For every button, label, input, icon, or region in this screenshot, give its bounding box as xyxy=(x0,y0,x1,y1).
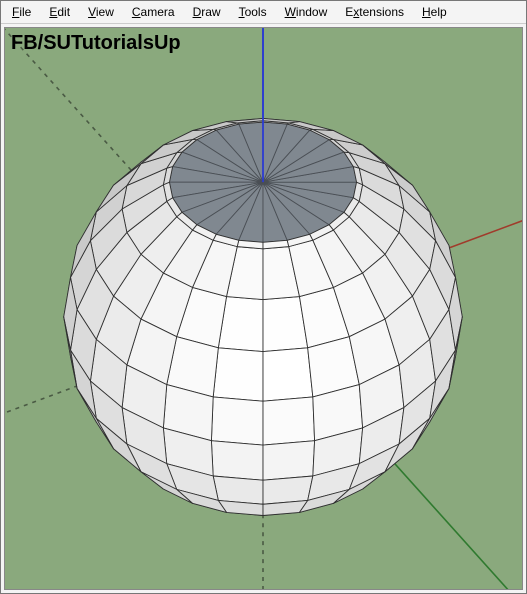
viewport-frame: FB/SUTutorialsUp xyxy=(1,24,526,593)
3d-viewport[interactable]: FB/SUTutorialsUp xyxy=(4,27,523,590)
menu-tools[interactable]: Tools xyxy=(234,3,272,21)
menu-draw[interactable]: Draw xyxy=(188,3,226,21)
menu-file[interactable]: File xyxy=(7,3,36,21)
menu-bar: File Edit View Camera Draw Tools Window … xyxy=(1,1,526,24)
menu-view[interactable]: View xyxy=(83,3,119,21)
scene-canvas xyxy=(5,28,522,589)
menu-extensions[interactable]: Extensions xyxy=(340,3,409,21)
app-window: File Edit View Camera Draw Tools Window … xyxy=(0,0,527,594)
menu-window[interactable]: Window xyxy=(280,3,333,21)
menu-help[interactable]: Help xyxy=(417,3,452,21)
menu-edit[interactable]: Edit xyxy=(44,3,75,21)
menu-camera[interactable]: Camera xyxy=(127,3,180,21)
